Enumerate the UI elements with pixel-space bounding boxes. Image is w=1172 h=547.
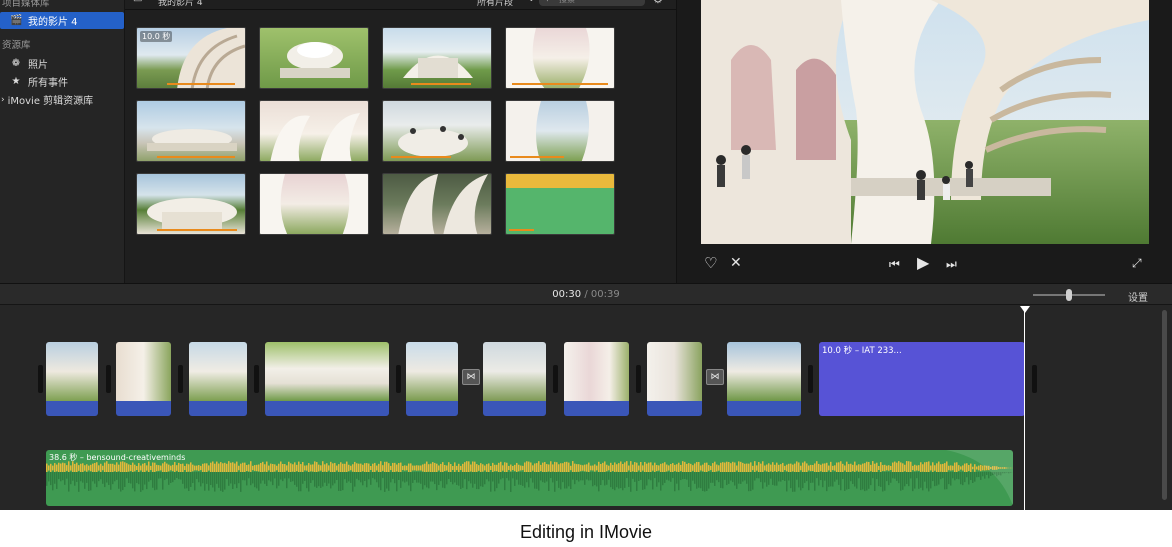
imovie-window: 项目媒体库 🎬 我的影片 4 资源库 ❁ 照片 ★ 所有事件 › iMovie …	[0, 0, 1172, 510]
clip-trim-handle[interactable]	[1032, 365, 1037, 393]
clip-trim-handle[interactable]	[38, 365, 43, 393]
fullscreen-icon[interactable]: ⤢	[1132, 256, 1142, 271]
audio-clip-label: 38.6 秒 – bensound-creativeminds	[49, 453, 186, 462]
timeline-header: 00:30 / 00:39 设置	[0, 283, 1172, 305]
play-icon[interactable]: ▶	[917, 255, 929, 271]
timeline: ⋈ ⋈ 10.0 秒 – IAT 233... 38.6 秒 – bensoun…	[0, 305, 1172, 510]
sidebar-item-project[interactable]: 🎬 我的影片 4	[0, 12, 124, 29]
timeline-clip[interactable]	[116, 342, 171, 416]
star-icon: ★	[11, 76, 21, 87]
timeline-clip[interactable]	[483, 342, 546, 416]
clip-thumbnail[interactable]	[382, 100, 492, 162]
browser-toolbar: ▭ 我的影片 4 所有片段 ⌄ ⚲ 搜索 ⚙	[125, 0, 676, 10]
timeline-clip[interactable]	[647, 342, 702, 416]
viewer-panel: ♡ ✕ ⏮ ▶ ⏭ ⤢	[676, 0, 1172, 283]
clip-trim-handle[interactable]	[254, 365, 259, 393]
library-sidebar: 项目媒体库 🎬 我的影片 4 资源库 ❁ 照片 ★ 所有事件 › iMovie …	[0, 0, 125, 283]
chevron-right-icon: ›	[1, 94, 5, 105]
project-media-header: 项目媒体库	[2, 0, 50, 9]
sidebar-item-photos[interactable]: ❁ 照片	[0, 55, 124, 72]
playhead[interactable]	[1024, 309, 1025, 510]
sidebar-toggle-icon[interactable]: ▭	[133, 0, 142, 5]
used-range-bar	[509, 229, 534, 231]
clip-thumbnail[interactable]: 10.0 秒	[136, 27, 246, 89]
used-range-bar	[167, 83, 235, 85]
clip-thumbnail[interactable]	[259, 173, 369, 235]
search-input[interactable]: ⚲ 搜索	[539, 0, 645, 6]
libraries-header: 资源库	[2, 40, 31, 51]
title-clip-stripe	[506, 174, 614, 188]
used-range-bar	[157, 156, 235, 158]
clip-thumbnail[interactable]	[136, 100, 246, 162]
clip-thumbnail[interactable]	[259, 100, 369, 162]
title-clip-label: 10.0 秒 – IAT 233...	[822, 346, 902, 356]
clip-trim-handle[interactable]	[178, 365, 183, 393]
timeline-settings-button[interactable]: 设置	[1128, 289, 1148, 304]
clip-thumbnail[interactable]	[505, 173, 615, 235]
timeline-clip[interactable]	[189, 342, 247, 416]
skip-back-icon[interactable]: ⏮	[889, 257, 900, 272]
timeline-clip[interactable]	[727, 342, 801, 416]
used-range-bar	[510, 156, 564, 158]
used-range-bar	[391, 156, 451, 158]
playhead-handle[interactable]	[1020, 306, 1030, 313]
transition-icon[interactable]: ⋈	[706, 369, 724, 385]
time-separator: /	[584, 289, 588, 300]
clip-thumbnail[interactable]	[382, 173, 492, 235]
sidebar-item-label: 照片	[28, 60, 48, 71]
figure-caption: Editing in IMovie	[519, 522, 653, 542]
timeline-clip[interactable]	[265, 342, 389, 416]
clip-trim-handle[interactable]	[396, 365, 401, 393]
sidebar-item-label: iMovie 剪辑资源库	[7, 96, 94, 107]
total-time: 00:39	[590, 289, 620, 300]
clip-trim-handle[interactable]	[106, 365, 111, 393]
sidebar-item-imovie-library[interactable]: › iMovie 剪辑资源库	[0, 91, 124, 108]
video-preview	[701, 0, 1149, 244]
sidebar-item-label: 所有事件	[28, 78, 68, 89]
chevron-down-icon: ⌄	[528, 0, 535, 3]
audio-clip[interactable]: 38.6 秒 – bensound-creativeminds	[46, 450, 1013, 506]
timeline-scrollbar[interactable]	[1162, 310, 1167, 500]
timeline-clip[interactable]	[46, 342, 98, 416]
clip-duration-badge: 10.0 秒	[140, 31, 173, 42]
sidebar-item-all-events[interactable]: ★ 所有事件	[0, 73, 124, 90]
search-placeholder: 搜索	[559, 0, 575, 5]
heart-icon[interactable]: ♡	[704, 256, 717, 271]
settings-gear-icon[interactable]: ⚙	[653, 0, 663, 6]
browser-title: 我的影片 4	[158, 0, 203, 8]
timeline-clip[interactable]	[406, 342, 458, 416]
audio-waveform	[46, 450, 1013, 506]
title-clip[interactable]: 10.0 秒 – IAT 233...	[819, 342, 1025, 416]
used-range-bar	[512, 83, 608, 85]
clip-trim-handle[interactable]	[636, 365, 641, 393]
photos-icon: ❁	[11, 58, 21, 69]
used-range-bar	[411, 83, 471, 85]
media-browser: ▭ 我的影片 4 所有片段 ⌄ ⚲ 搜索 ⚙ 10.0 秒	[125, 0, 676, 283]
clip-thumbnail[interactable]	[505, 100, 615, 162]
current-time: 00:30	[552, 289, 582, 300]
clip-filter-dropdown[interactable]: 所有片段	[477, 0, 513, 8]
clip-trim-handle[interactable]	[808, 365, 813, 393]
clapper-icon: 🎬	[10, 15, 23, 26]
clip-thumbnail[interactable]	[259, 27, 369, 89]
skip-forward-icon[interactable]: ⏭	[946, 257, 957, 272]
clip-thumbnail[interactable]	[382, 27, 492, 89]
clip-thumbnail[interactable]	[136, 173, 246, 235]
zoom-slider-handle[interactable]	[1066, 289, 1072, 301]
clip-thumbnail[interactable]	[505, 27, 615, 89]
reject-icon[interactable]: ✕	[730, 256, 742, 271]
search-icon: ⚲	[544, 0, 551, 3]
timeline-clip[interactable]	[564, 342, 629, 416]
transition-icon[interactable]: ⋈	[462, 369, 480, 385]
used-range-bar	[157, 229, 237, 231]
zoom-slider[interactable]	[1033, 289, 1105, 301]
timecode-display: 00:30 / 00:39	[0, 289, 1172, 300]
clip-trim-handle[interactable]	[553, 365, 558, 393]
sidebar-item-label: 我的影片 4	[28, 17, 78, 28]
